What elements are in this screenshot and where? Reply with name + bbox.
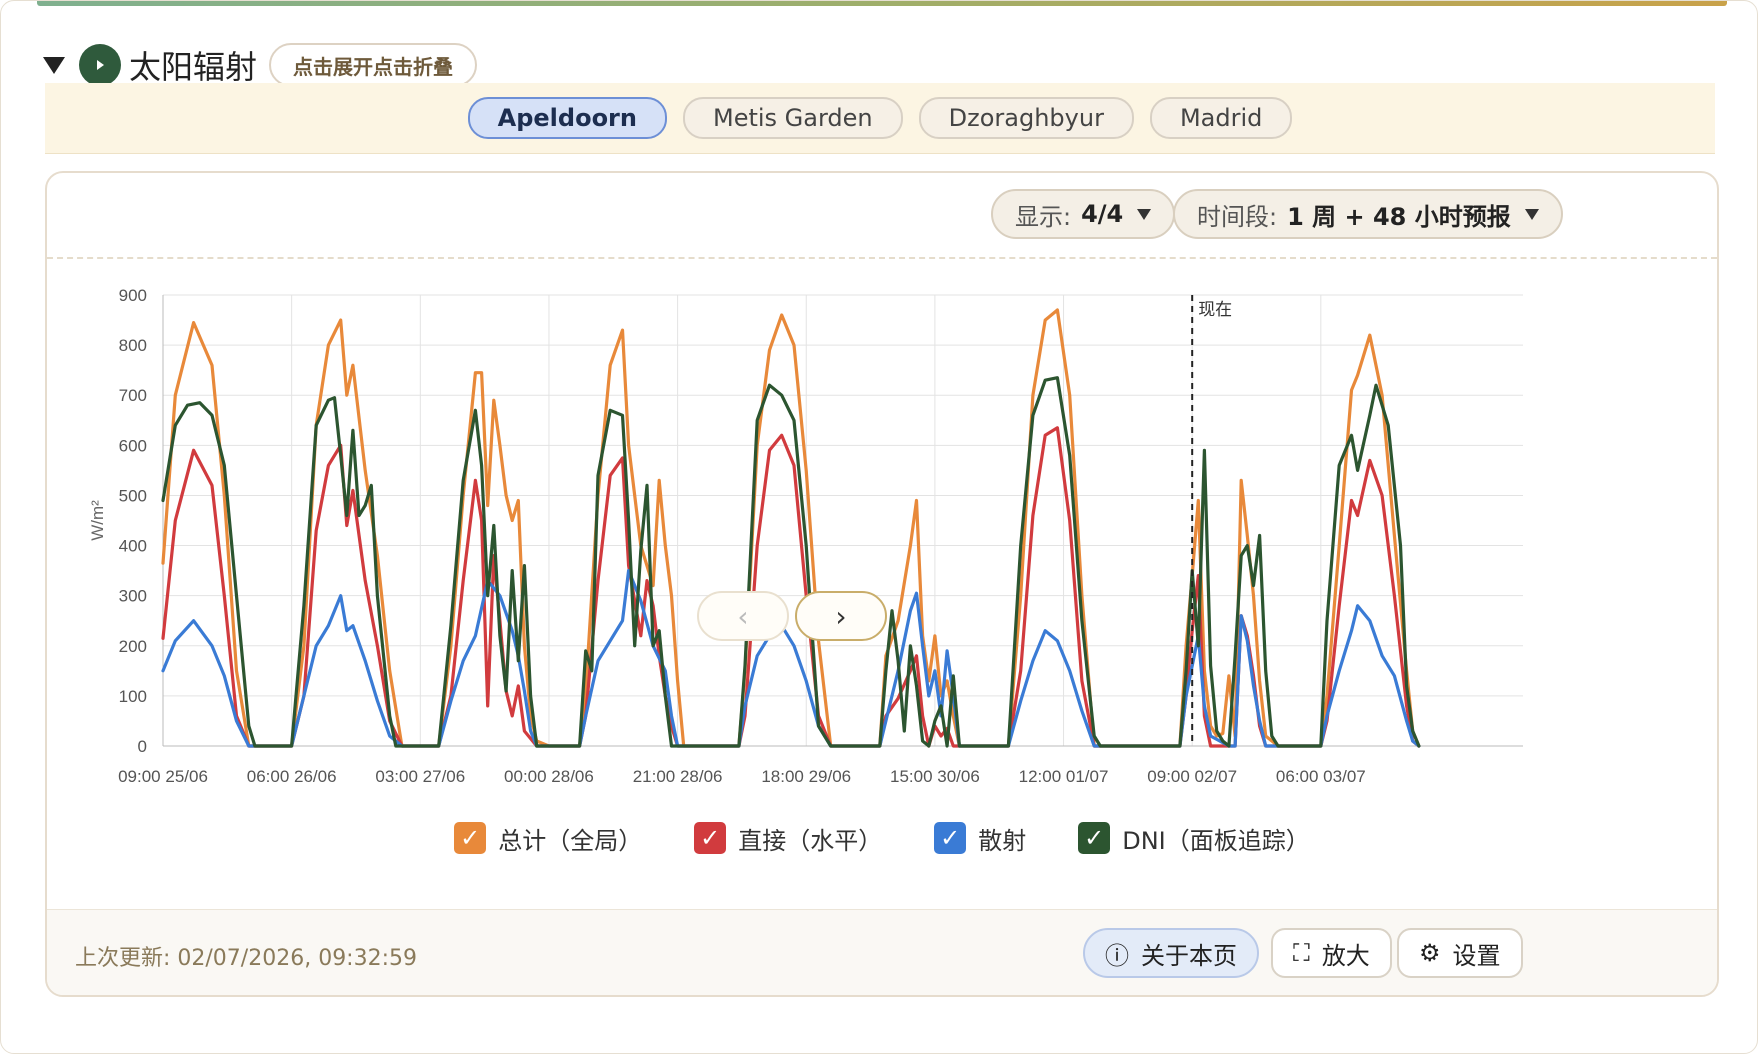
x-tick-label: 21:00 28/06 (633, 767, 723, 786)
last-updated: 上次更新: 02/07/2026, 09:32:59 (75, 946, 417, 971)
x-tick-label: 12:00 01/07 (1019, 767, 1109, 786)
solar-radiation-card: 太阳辐射 点击展开点击折叠 Apeldoorn Metis Garden Dzo… (0, 0, 1758, 1054)
x-tick-label: 06:00 03/07 (1276, 767, 1366, 786)
y-tick-label: 700 (119, 386, 147, 405)
period-value: 1 周 + 48 小时预报 (1287, 202, 1511, 231)
location-tab-apeldoorn[interactable]: Apeldoorn (467, 97, 667, 139)
section-title: 太阳辐射 (129, 48, 258, 86)
y-tick-label: 200 (119, 637, 147, 656)
x-tick-label: 06:00 26/06 (247, 767, 337, 786)
legend-label: 总计（全局） (498, 826, 643, 855)
y-axis-label: W/m² (88, 500, 107, 541)
now-marker-label: 现在 (1198, 300, 1232, 320)
expand-icon: ⛶ (1293, 939, 1310, 967)
series-line-0 (161, 308, 1421, 748)
accent-bar (37, 1, 1727, 6)
chevron-down-icon (1524, 208, 1539, 220)
chart-svg: 0 100 200 300 400 500 600 700 800 900 09:00 25/06 0… (88, 286, 1523, 786)
checkbox-icon[interactable]: ✓ (694, 822, 727, 854)
x-tick-label: 09:00 25/06 (118, 767, 208, 786)
display-value: 4/4 (1081, 200, 1124, 228)
y-tick-label: 300 (119, 587, 147, 606)
about-label: 关于本页 (1141, 941, 1237, 970)
x-tick-label: 03:00 27/06 (375, 767, 465, 786)
legend-item-dni[interactable]: ✓ DNI（面板追踪） (1078, 821, 1310, 856)
radiation-chart: 0 100 200 300 400 500 600 700 800 900 09:00 25/06 0… (47, 259, 1717, 859)
settings-label: 设置 (1452, 941, 1501, 970)
chevron-right-icon[interactable]: › (795, 591, 887, 641)
gear-icon: ⚙ (1419, 939, 1441, 967)
chart-panel: 显示: 4/4 时间段: 1 周 + 48 小时预报 0 100 200 300 400… (45, 171, 1719, 997)
x-tick-label: 09:00 02/07 (1147, 767, 1237, 786)
display-dropdown[interactable]: 显示: 4/4 (991, 189, 1176, 239)
chevron-left-icon[interactable]: ‹ (697, 591, 789, 641)
collapse-caret-icon[interactable] (43, 56, 65, 74)
y-tick-label: 600 (119, 436, 147, 455)
info-icon: ⓘ (1105, 941, 1129, 970)
location-tabs: Apeldoorn Metis Garden Dzoraghbyur Madri… (45, 83, 1715, 154)
y-tick-label: 400 (119, 537, 147, 556)
y-tick-label: 800 (119, 336, 147, 355)
legend-label: 散射 (978, 826, 1027, 855)
y-tick-label: 500 (119, 486, 147, 505)
zoom-label: 放大 (1321, 941, 1370, 970)
legend-item-diffuse[interactable]: ✓ 散射 (934, 821, 1026, 856)
location-tab-madrid[interactable]: Madrid (1149, 97, 1293, 139)
period-dropdown[interactable]: 时间段: 1 周 + 48 小时预报 (1173, 189, 1563, 239)
legend-label: DNI（面板追踪） (1122, 826, 1310, 855)
chart-legend: ✓ 总计（全局） ✓ 直接（水平） ✓ 散射 ✓ DNI（面板追踪） (47, 813, 1717, 863)
about-button[interactable]: ⓘ 关于本页 (1083, 928, 1259, 978)
location-tab-metis-garden[interactable]: Metis Garden (682, 97, 903, 139)
zoom-button[interactable]: ⛶ 放大 (1271, 928, 1392, 978)
legend-item-global[interactable]: ✓ 总计（全局） (454, 821, 642, 856)
checkbox-icon[interactable]: ✓ (1078, 822, 1111, 854)
period-label: 时间段: (1197, 202, 1278, 231)
y-tick-label: 100 (119, 687, 147, 706)
display-label: 显示: (1015, 202, 1072, 231)
y-tick-label: 0 (138, 737, 147, 756)
location-tab-dzoraghbyur[interactable]: Dzoraghbyur (918, 97, 1134, 139)
chart-controls: 显示: 4/4 时间段: 1 周 + 48 小时预报 (47, 173, 1717, 259)
panel-footer: 上次更新: 02/07/2026, 09:32:59 ⓘ 关于本页 ⛶ 放大 ⚙… (47, 909, 1717, 995)
expand-collapse-button[interactable]: 点击展开点击折叠 (269, 43, 478, 87)
chevron-down-icon (1137, 208, 1152, 220)
settings-button[interactable]: ⚙ 设置 (1397, 928, 1523, 978)
x-tick-label: 00:00 28/06 (504, 767, 594, 786)
checkbox-icon[interactable]: ✓ (934, 822, 967, 854)
legend-item-direct[interactable]: ✓ 直接（水平） (694, 821, 882, 856)
play-icon (79, 44, 121, 86)
legend-label: 直接（水平） (738, 826, 883, 855)
checkbox-icon[interactable]: ✓ (454, 822, 487, 854)
y-tick-label: 900 (119, 286, 147, 305)
x-tick-label: 18:00 29/06 (761, 767, 851, 786)
x-tick-label: 15:00 30/06 (890, 767, 980, 786)
